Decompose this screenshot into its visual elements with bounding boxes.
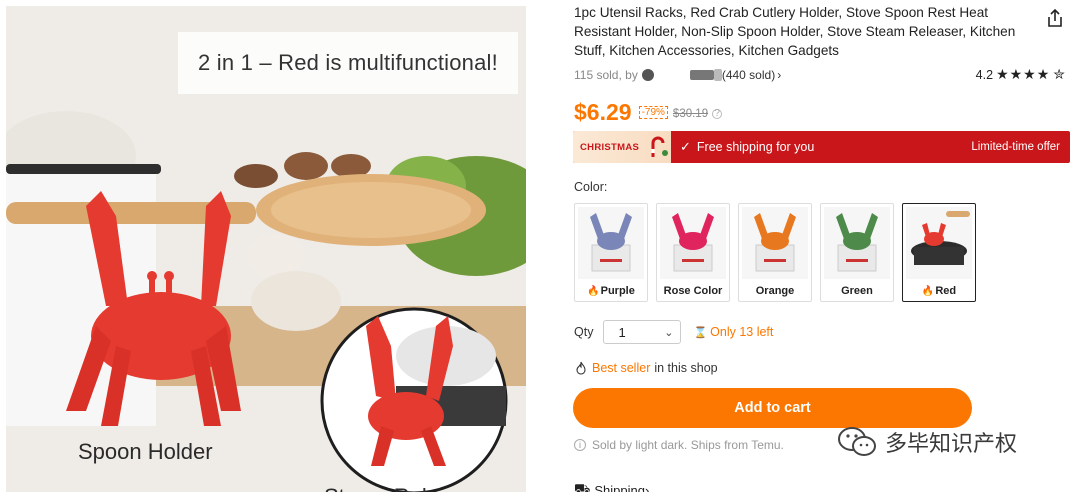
flame-icon: [576, 361, 586, 375]
christmas-badge: CHRISTMAS: [573, 131, 671, 163]
best-seller-link[interactable]: Best seller: [592, 361, 650, 375]
hero-headline: 2 in 1 – Red is multifunctional!: [178, 32, 518, 94]
half-star-icon: ✮: [1053, 66, 1066, 82]
stock-warning: ⌛ Only 13 left: [693, 325, 773, 339]
wechat-logo-icon: [838, 427, 876, 456]
swatch-label: Rose Color: [657, 285, 729, 297]
color-swatch-red[interactable]: 🔥Red: [902, 203, 976, 302]
color-swatch-rose-color[interactable]: Rose Color: [656, 203, 730, 302]
swatch-crab-image: [590, 213, 632, 272]
promo-banner[interactable]: CHRISTMAS ✓ Free shipping for you Limite…: [573, 131, 1070, 163]
discount-badge: -79%: [638, 106, 668, 119]
original-price: $30.19: [672, 108, 709, 120]
color-swatch-orange[interactable]: Orange: [738, 203, 812, 302]
swatch-image: [660, 207, 726, 279]
info-icon: i: [574, 439, 586, 451]
price-info-icon[interactable]: ?: [712, 109, 723, 119]
current-price: $6.29: [574, 99, 632, 125]
hero-caption-steam: Steam Rele...: [324, 484, 457, 492]
swatch-label: Orange: [739, 285, 811, 297]
swatch-label: 🔥Red: [903, 285, 975, 297]
chevron-down-icon: ⌄: [664, 326, 674, 339]
shipping-label: Shipping: [594, 482, 645, 492]
swatch-image: [742, 207, 808, 279]
color-label: Color:: [574, 180, 608, 194]
best-seller-row: Best seller in this shop: [574, 361, 718, 375]
swatch-crab-image: [672, 213, 714, 272]
candy-cane-icon: [651, 136, 668, 157]
shipping-row[interactable]: ⛟ Shipping ›: [574, 481, 649, 492]
color-swatch-green[interactable]: Green: [820, 203, 894, 302]
seller-name-redacted-end: [713, 69, 722, 81]
swatch-label-text: Rose Color: [663, 285, 723, 297]
seller-avatar: [641, 69, 654, 81]
best-seller-text: in this shop: [654, 361, 718, 375]
swatch-crab-image: [836, 213, 878, 272]
hourglass-icon: ⌛: [693, 326, 708, 339]
hero-caption-spoon-holder: Spoon Holder: [78, 439, 213, 464]
swatch-label-text: Orange: [755, 285, 795, 297]
swatch-label: Green: [821, 285, 893, 297]
swatch-label-text: Red: [935, 285, 957, 297]
color-swatch-purple[interactable]: 🔥Purple: [574, 203, 648, 302]
quantity-row: Qty 1 ⌄ ⌛ Only 13 left: [574, 320, 773, 344]
chevron-right-icon: ›: [777, 68, 782, 82]
swatch-crab-image: [754, 213, 796, 272]
sold-count: 115 sold, by: [574, 68, 638, 82]
swatch-image: [824, 207, 890, 279]
sold-by-text: Sold by light dark. Ships from Temu.: [592, 438, 784, 452]
swatch-crab-pot-image: [911, 211, 970, 265]
free-shipping-text: ✓ Free shipping for you: [680, 131, 814, 163]
share-icon[interactable]: [1045, 8, 1065, 28]
swatch-label: 🔥Purple: [575, 285, 647, 297]
add-to-cart-button[interactable]: Add to cart: [573, 388, 972, 428]
swatch-label-text: Purple: [600, 285, 635, 297]
free-shipping-label: Free shipping for you: [696, 140, 815, 154]
product-title: 1pc Utensil Racks, Red Crab Cutlery Hold…: [574, 5, 1016, 58]
swatch-image: [906, 207, 972, 279]
rating[interactable]: 4.2 ★★★★ ✮: [976, 66, 1066, 83]
product-info-panel: 1pc Utensil Racks, Red Crab Cutlery Hold…: [573, 0, 1073, 492]
swatch-image: [578, 207, 644, 279]
hot-flame-icon: 🔥: [587, 286, 600, 297]
quantity-select[interactable]: 1 ⌄: [603, 320, 682, 344]
seller-name-redacted[interactable]: [689, 70, 714, 80]
watermark: 多毕知识产权: [837, 425, 1017, 459]
color-swatches: 🔥Purple Rose Color Orange Green 🔥Red: [574, 203, 984, 302]
sold-by-row: i Sold by light dark. Ships from Temu.: [574, 438, 784, 452]
seller-sold-count[interactable]: (440 sold): [722, 68, 775, 82]
product-image[interactable]: 2 in 1 – Red is multifunctional! Spoon H…: [6, 6, 526, 492]
hot-flame-icon: 🔥: [921, 286, 935, 297]
limited-time-label: Limited-time offer: [971, 141, 1060, 153]
swatch-label-text: Green: [841, 285, 873, 297]
christmas-label: CHRISTMAS: [580, 141, 640, 153]
chevron-right-icon: ›: [644, 482, 650, 492]
quantity-label: Qty: [574, 325, 594, 339]
stock-text: Only 13 left: [710, 325, 774, 339]
rating-value: 4.2: [975, 67, 994, 82]
check-icon: ✓: [680, 139, 691, 154]
quantity-value: 1: [618, 324, 626, 340]
truck-icon: ⛟: [574, 481, 591, 492]
star-rating-icon: ★★★★: [996, 66, 1051, 82]
sales-meta-row: 115 sold, by (440 sold) › 4.2 ★★★★ ✮: [574, 66, 1072, 84]
price-row: $6.29 -79% $30.19 ?: [574, 95, 723, 125]
watermark-text: 多毕知识产权: [885, 431, 1018, 456]
